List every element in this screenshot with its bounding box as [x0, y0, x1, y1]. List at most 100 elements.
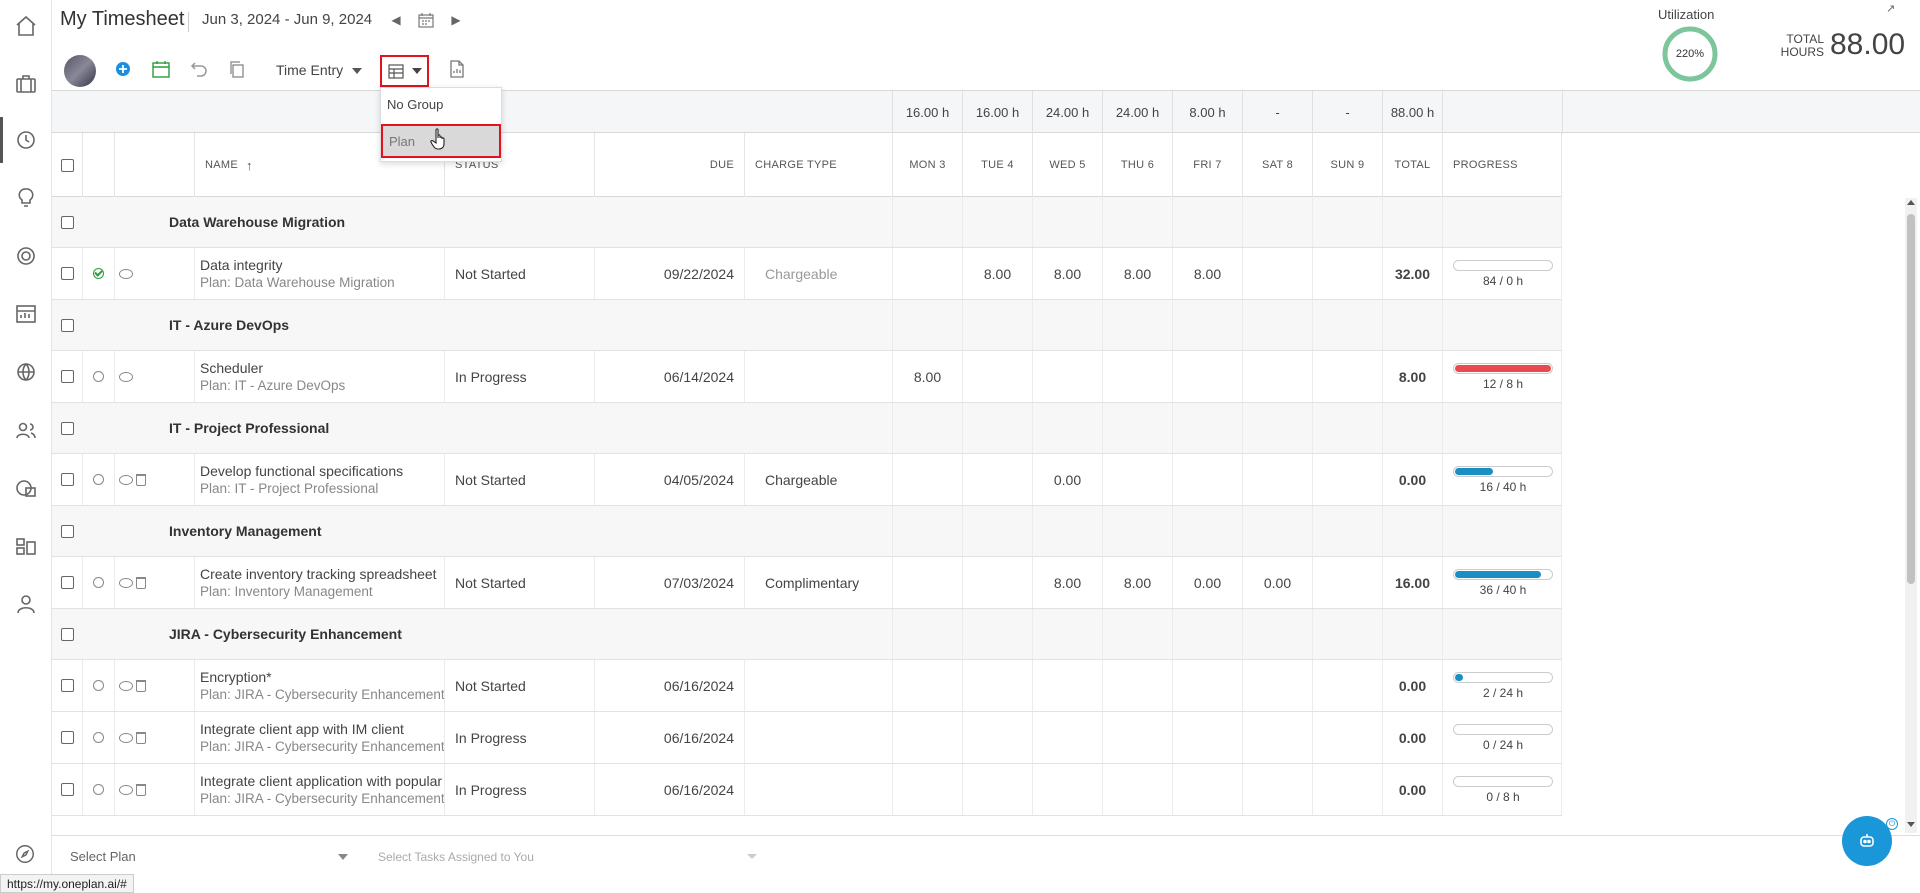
select-plan-dropdown[interactable]: Select Plan — [70, 849, 136, 864]
task-charge-type[interactable] — [744, 712, 892, 763]
hours-cell[interactable] — [892, 248, 962, 299]
status-circle-icon[interactable] — [93, 732, 104, 743]
comment-icon[interactable] — [119, 268, 133, 279]
task-charge-type[interactable] — [744, 660, 892, 711]
column-wed[interactable]: WED 5 — [1032, 133, 1102, 197]
trash-icon[interactable] — [136, 679, 146, 692]
comment-icon[interactable] — [119, 732, 133, 743]
comment-icon[interactable] — [119, 577, 133, 588]
time-entry-dropdown[interactable]: Time Entry — [276, 62, 343, 78]
hours-cell[interactable]: 0.00 — [1032, 454, 1102, 505]
undo-icon[interactable] — [188, 58, 210, 80]
row-checkbox[interactable] — [60, 627, 74, 641]
hours-cell[interactable] — [1242, 764, 1312, 815]
hours-cell[interactable] — [962, 712, 1032, 763]
hours-cell[interactable] — [892, 764, 962, 815]
task-name[interactable]: Scheduler — [200, 359, 345, 377]
row-checkbox[interactable] — [60, 576, 74, 589]
briefcase-icon[interactable] — [12, 70, 40, 98]
hours-cell[interactable] — [1102, 660, 1172, 711]
status-circle-icon[interactable] — [93, 577, 104, 588]
hours-cell[interactable] — [1102, 712, 1172, 763]
status-circle-icon[interactable] — [93, 784, 104, 795]
row-checkbox[interactable] — [60, 473, 74, 486]
task-charge-type[interactable]: Complimentary — [744, 557, 892, 608]
hours-cell[interactable] — [892, 557, 962, 608]
column-progress[interactable]: PROGRESS — [1442, 133, 1562, 197]
hours-cell[interactable] — [962, 557, 1032, 608]
scrollbar-thumb[interactable] — [1907, 214, 1915, 584]
hours-cell[interactable] — [892, 712, 962, 763]
column-tue[interactable]: TUE 4 — [962, 133, 1032, 197]
group-option-no-group[interactable]: No Group — [381, 88, 501, 122]
target-icon[interactable] — [12, 242, 40, 270]
prev-week-icon[interactable]: ◀ — [386, 10, 406, 30]
power-icon[interactable]: ⏻ — [1886, 818, 1898, 830]
hours-cell[interactable]: 8.00 — [1032, 248, 1102, 299]
add-icon[interactable] — [112, 58, 134, 80]
hours-cell[interactable] — [892, 454, 962, 505]
finance-icon[interactable] — [12, 474, 40, 502]
people-icon[interactable] — [12, 416, 40, 444]
hours-cell[interactable] — [1032, 660, 1102, 711]
hours-cell[interactable] — [1242, 248, 1312, 299]
comment-icon[interactable] — [119, 371, 133, 382]
row-checkbox[interactable] — [60, 370, 74, 383]
task-name-cell[interactable]: Create inventory tracking spreadsheet Pla… — [194, 557, 444, 608]
task-name[interactable]: Integrate client application with popula… — [200, 772, 444, 790]
task-name[interactable]: Data integrity — [200, 256, 395, 274]
hours-cell[interactable] — [962, 351, 1032, 402]
task-charge-type[interactable]: Chargeable — [744, 248, 892, 299]
hours-cell[interactable] — [1312, 764, 1382, 815]
user-profile-icon[interactable] — [12, 590, 40, 618]
trash-icon[interactable] — [136, 576, 146, 589]
chevron-down-icon[interactable] — [352, 68, 362, 74]
task-charge-type[interactable]: Chargeable — [744, 454, 892, 505]
row-checkbox[interactable] — [60, 267, 74, 280]
status-circle-icon[interactable] — [93, 474, 104, 485]
trash-icon[interactable] — [136, 783, 146, 796]
trash-icon[interactable] — [136, 473, 146, 486]
column-due[interactable]: DUE — [594, 133, 744, 197]
column-total[interactable]: TOTAL — [1382, 133, 1442, 197]
hours-cell[interactable]: 0.00 — [1172, 557, 1242, 608]
hours-cell[interactable] — [962, 454, 1032, 505]
comment-icon[interactable] — [119, 474, 133, 485]
hours-cell[interactable]: 8.00 — [1102, 248, 1172, 299]
row-checkbox[interactable] — [60, 783, 74, 796]
hours-cell[interactable] — [1172, 660, 1242, 711]
hours-cell[interactable] — [1102, 454, 1172, 505]
report-chart-icon[interactable] — [12, 300, 40, 328]
task-name-cell[interactable]: Integrate client app with IM client Plan:… — [194, 712, 444, 763]
hours-cell[interactable]: 8.00 — [892, 351, 962, 402]
task-name-cell[interactable]: Scheduler Plan: IT - Azure DevOps — [194, 351, 444, 402]
globe-icon[interactable] — [12, 358, 40, 386]
calendar-add-icon[interactable] — [150, 58, 172, 80]
hours-cell[interactable] — [1172, 764, 1242, 815]
hours-cell[interactable] — [1032, 351, 1102, 402]
hours-cell[interactable] — [1242, 712, 1312, 763]
task-name[interactable]: Develop functional specifications — [200, 462, 403, 480]
hours-cell[interactable] — [1242, 660, 1312, 711]
hours-cell[interactable] — [1172, 454, 1242, 505]
compass-icon[interactable] — [14, 843, 36, 865]
hours-cell[interactable] — [1102, 351, 1172, 402]
task-name[interactable]: Encryption* — [200, 668, 444, 686]
avatar[interactable] — [64, 55, 96, 87]
completed-check-icon[interactable] — [93, 268, 104, 279]
column-thu[interactable]: THU 6 — [1102, 133, 1172, 197]
column-charge-type[interactable]: CHARGE TYPE — [744, 133, 892, 197]
row-checkbox[interactable] — [60, 679, 74, 692]
column-sun[interactable]: SUN 9 — [1312, 133, 1382, 197]
group-by-button[interactable] — [380, 55, 429, 87]
hours-cell[interactable]: 8.00 — [1032, 557, 1102, 608]
vertical-scrollbar[interactable] — [1905, 198, 1917, 833]
column-mon[interactable]: MON 3 — [892, 133, 962, 197]
row-checkbox[interactable] — [60, 318, 74, 332]
chevron-down-icon[interactable] — [338, 854, 348, 860]
hours-cell[interactable] — [1032, 712, 1102, 763]
hours-cell[interactable] — [1312, 248, 1382, 299]
select-all-checkbox[interactable] — [60, 158, 74, 172]
trash-icon[interactable] — [136, 731, 146, 744]
task-charge-type[interactable] — [744, 764, 892, 815]
